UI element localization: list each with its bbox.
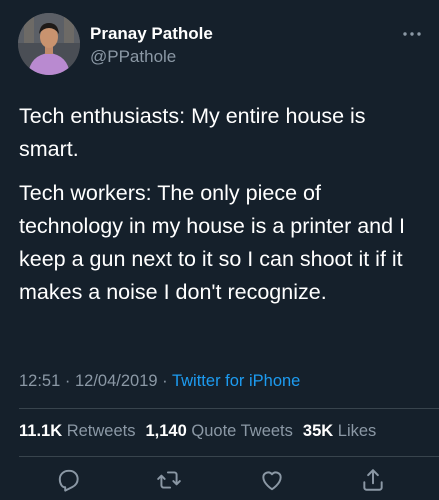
- quotes-stat[interactable]: 1,140 Quote Tweets: [146, 422, 293, 440]
- avatar[interactable]: [18, 13, 80, 75]
- tweet-time[interactable]: 12:51: [19, 372, 60, 390]
- divider: [19, 456, 439, 457]
- author-handle[interactable]: @PPathole: [90, 47, 176, 67]
- divider: [19, 408, 439, 409]
- reply-button[interactable]: [56, 467, 82, 493]
- more-options-icon[interactable]: [400, 24, 424, 44]
- author-name[interactable]: Pranay Pathole: [90, 24, 213, 44]
- share-icon: [363, 469, 383, 491]
- heart-icon: [262, 471, 282, 491]
- meta-separator: ·: [64, 372, 71, 390]
- retweets-count: 11.1K: [19, 422, 63, 440]
- likes-stat[interactable]: 35K Likes: [303, 422, 376, 440]
- retweet-button[interactable]: [156, 467, 182, 493]
- tweet-card: Pranay Pathole @PPathole Tech enthusiast…: [0, 0, 439, 500]
- tweet-text-paragraph-2: Tech workers: The only piece of technolo…: [19, 181, 406, 304]
- likes-count: 35K: [302, 422, 334, 440]
- likes-label: Likes: [337, 422, 377, 440]
- tweet-stats: 11.1K Retweets 1,140 Quote Tweets 35K Like…: [19, 422, 376, 441]
- tweet-meta: 12:51 · 12/04/2019 · Twitter for iPhone: [19, 372, 300, 391]
- retweet-icon: [157, 471, 181, 489]
- tweet-text-paragraph-1: Tech enthusiasts: My entire house is sma…: [19, 104, 366, 161]
- retweets-stat[interactable]: 11.1K Retweets: [19, 422, 136, 440]
- avatar-image: [18, 13, 80, 75]
- tweet-date[interactable]: 12/04/2019: [75, 372, 158, 390]
- retweets-label: Retweets: [66, 422, 136, 440]
- reply-icon: [58, 469, 79, 492]
- tweet-source-link[interactable]: Twitter for iPhone: [172, 372, 300, 390]
- like-button[interactable]: [259, 467, 285, 493]
- quotes-label: Quote Tweets: [191, 422, 293, 440]
- quotes-count: 1,140: [145, 422, 187, 440]
- meta-separator: ·: [162, 372, 168, 390]
- share-button[interactable]: [360, 467, 386, 493]
